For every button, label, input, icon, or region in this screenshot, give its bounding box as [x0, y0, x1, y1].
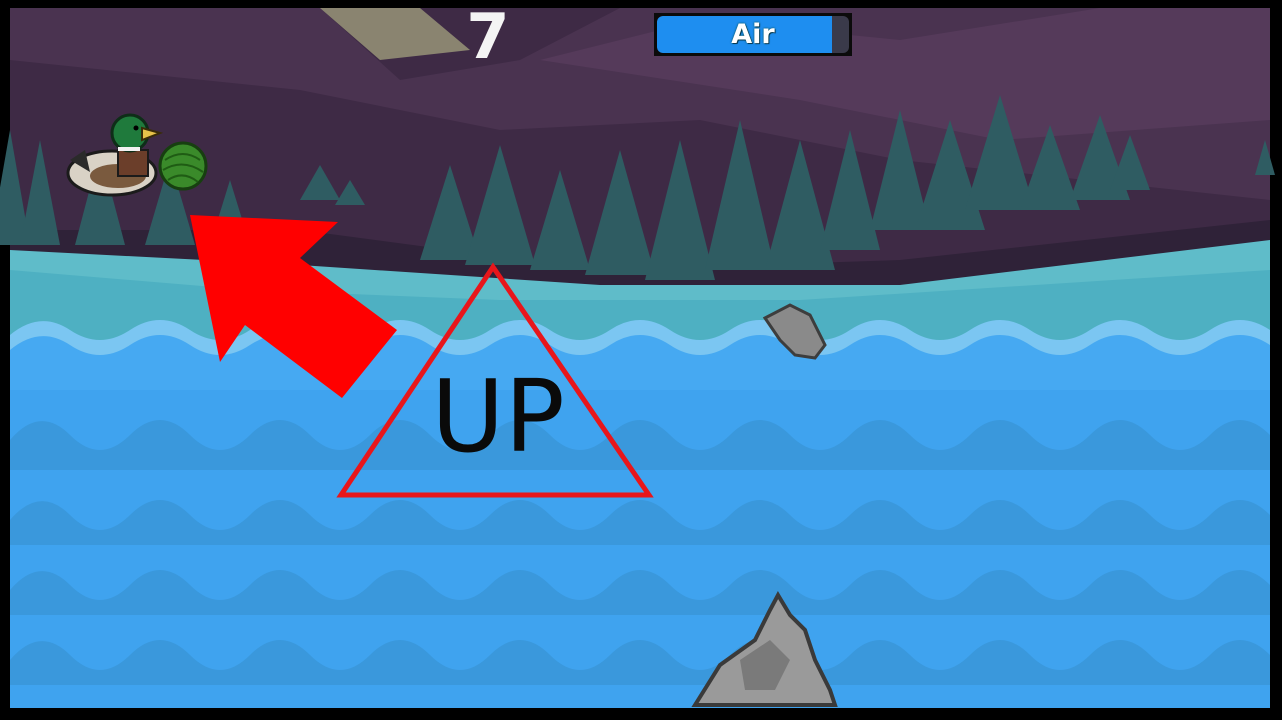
- hint-up-label: UP: [431, 358, 565, 475]
- game-canvas[interactable]: [0, 0, 1282, 720]
- air-meter-label: Air: [731, 19, 775, 50]
- water: [10, 320, 1270, 708]
- air-meter: Air: [654, 13, 852, 56]
- score-counter: 7: [466, 0, 510, 73]
- yarn-ball-icon: [158, 141, 208, 191]
- air-meter-track: Air: [657, 16, 849, 53]
